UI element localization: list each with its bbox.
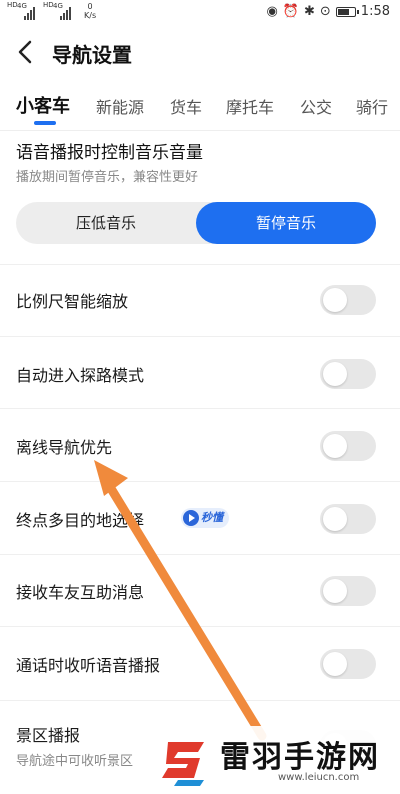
status-left: HD 4G HD 4G 0 K/s	[7, 2, 96, 20]
network-badge: 4G	[17, 2, 27, 10]
tab-car[interactable]: 小客车	[16, 92, 70, 118]
multi-destination-label: 终点多目的地选择	[16, 511, 145, 530]
watermark-url: www.leiucn.com	[278, 772, 360, 783]
multi-destination-toggle[interactable]	[320, 504, 376, 534]
eye-icon: ◉	[266, 4, 278, 19]
tab-new-energy[interactable]: 新能源	[96, 94, 144, 118]
carpool-messages-toggle[interactable]	[320, 576, 376, 606]
tabs-divider	[0, 130, 400, 131]
network-badge-2: 4G	[53, 2, 63, 10]
music-control-subtitle: 播放期间暂停音乐，兼容性更好	[16, 170, 199, 185]
tab-bus[interactable]: 公交	[300, 94, 332, 118]
explore-mode-toggle[interactable]	[320, 359, 376, 389]
pause-music-option[interactable]: 暂停音乐	[196, 202, 376, 244]
tab-cycling[interactable]: 骑行	[356, 94, 388, 118]
signal-icon-2: HD 4G	[43, 2, 74, 20]
status-right: ◉ ⏰ ✱ ⊙ 1:58	[266, 4, 390, 19]
offline-nav-toggle[interactable]	[320, 431, 376, 461]
watermark-title: 雷羽手游网	[220, 740, 380, 775]
divider	[0, 481, 400, 482]
divider	[0, 700, 400, 701]
badge-label: 秒懂	[201, 511, 223, 524]
page-title: 导航设置	[52, 43, 132, 67]
carpool-messages-label: 接收车友互助消息	[16, 583, 145, 602]
offline-nav-label: 离线导航优先	[16, 438, 113, 457]
scenic-broadcast-label: 景区播报	[16, 726, 81, 745]
divider	[0, 554, 400, 555]
scenic-broadcast-sub: 导航途中可收听景区	[16, 754, 134, 769]
divider	[0, 336, 400, 337]
net-speed-unit: K/s	[84, 11, 97, 20]
net-speed-value: 0	[87, 2, 93, 11]
music-control-title: 语音播报时控制音乐音量	[16, 143, 203, 163]
call-voice-toggle[interactable]	[320, 649, 376, 679]
bluetooth-icon: ✱	[303, 4, 315, 19]
back-button[interactable]	[14, 38, 38, 66]
logo-icon	[162, 742, 204, 786]
divider	[0, 408, 400, 409]
divider	[0, 264, 400, 265]
scale-zoom-label: 比例尺智能缩放	[16, 292, 129, 311]
scale-zoom-toggle[interactable]	[320, 285, 376, 315]
divider	[0, 626, 400, 627]
call-voice-label: 通话时收听语音播报	[16, 656, 161, 675]
status-bar: HD 4G HD 4G 0 K/s ◉ ⏰ ✱ ⊙ 1:58	[0, 0, 400, 26]
vehicle-tabs: 小客车 新能源 货车 摩托车 公交 骑行	[0, 92, 400, 128]
chevron-left-icon	[18, 40, 32, 64]
app-header: 导航设置	[0, 30, 400, 74]
watermark: 雷羽手游网 www.leiucn.com	[154, 726, 400, 794]
active-tab-indicator	[34, 121, 56, 125]
location-icon: ⊙	[319, 4, 331, 19]
lower-music-option[interactable]: 压低音乐	[16, 202, 196, 244]
music-mode-segmented-control: 压低音乐 暂停音乐	[16, 202, 376, 244]
explain-badge[interactable]: 秒懂	[181, 508, 229, 528]
tab-truck[interactable]: 货车	[170, 94, 202, 118]
net-speed: 0 K/s	[84, 2, 96, 20]
explore-mode-label: 自动进入探路模式	[16, 366, 145, 385]
play-icon	[183, 510, 199, 526]
tab-motorcycle[interactable]: 摩托车	[226, 94, 274, 118]
signal-icon: HD 4G	[7, 2, 38, 20]
alarm-icon: ⏰	[282, 4, 299, 19]
battery-icon	[335, 6, 359, 17]
clock: 1:58	[360, 4, 390, 19]
